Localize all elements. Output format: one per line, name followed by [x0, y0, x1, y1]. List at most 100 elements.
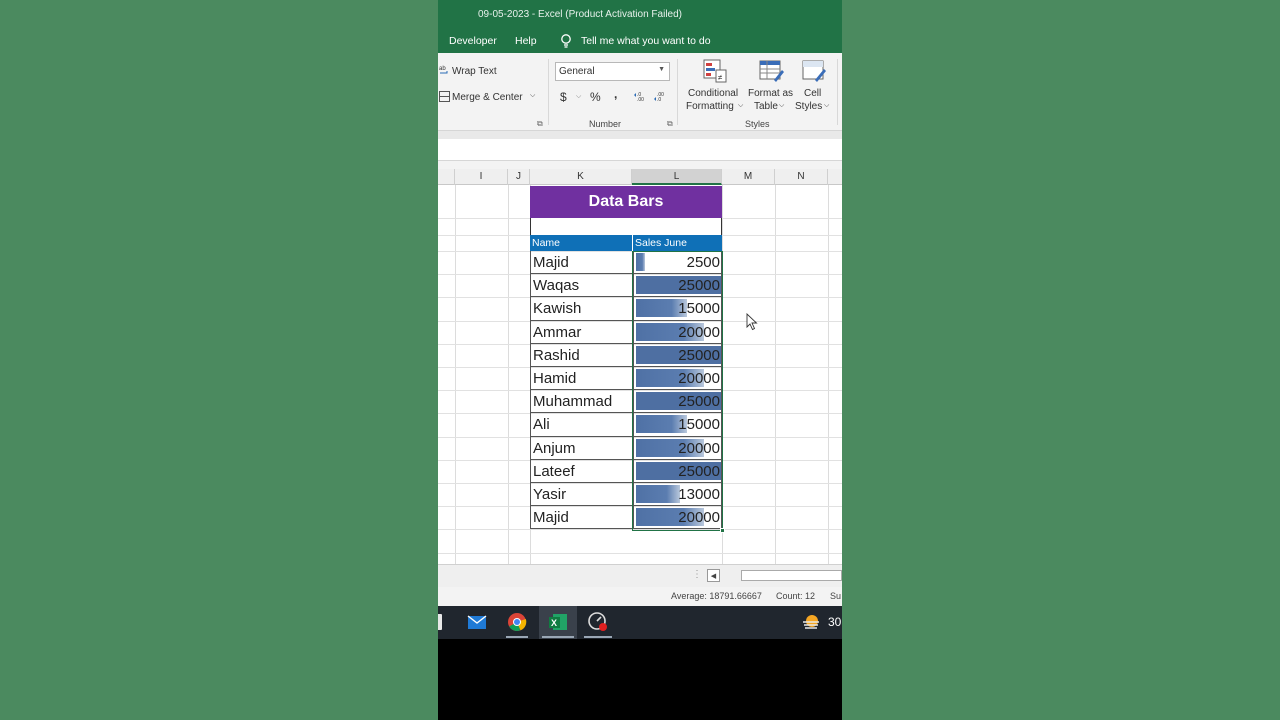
name-cell[interactable]: Majid: [533, 254, 569, 271]
name-cell[interactable]: Rashid: [533, 347, 580, 364]
chrome-icon[interactable]: [506, 611, 528, 633]
banner-title[interactable]: Data Bars: [530, 186, 722, 218]
currency-button[interactable]: $: [560, 90, 567, 104]
name-cell[interactable]: Hamid: [533, 370, 576, 387]
conditional-formatting-icon[interactable]: ≠: [702, 58, 728, 84]
tab-splitter-icon[interactable]: ⋮: [692, 569, 702, 580]
name-cell[interactable]: Yasir: [533, 486, 566, 503]
sales-cell[interactable]: 15000: [633, 297, 722, 320]
horizontal-scrollbar[interactable]: [741, 570, 842, 581]
sales-value: 25000: [678, 393, 720, 411]
cell-styles-label-1[interactable]: Cell: [804, 88, 821, 99]
excel-icon[interactable]: X: [547, 611, 569, 633]
svg-text:.0: .0: [657, 97, 661, 102]
sales-value: 20000: [678, 439, 720, 457]
recorder-icon[interactable]: [587, 611, 609, 633]
name-cell[interactable]: Muhammad: [533, 393, 612, 410]
merge-center-button[interactable]: Merge & Center: [452, 92, 523, 103]
data-bar: [636, 484, 681, 503]
excel-running-indicator: [542, 636, 574, 638]
table-row: Yasir 13000: [530, 482, 722, 507]
sales-cell[interactable]: 20000: [633, 320, 722, 343]
sales-cell[interactable]: 20000: [633, 436, 722, 459]
cell-styles-icon[interactable]: [801, 58, 827, 84]
sales-cell[interactable]: 25000: [633, 459, 722, 482]
menu-help[interactable]: Help: [515, 35, 537, 47]
status-average[interactable]: Average: 18791.66667: [671, 591, 762, 601]
scroll-left-icon[interactable]: ◀: [707, 569, 720, 582]
increase-decimal-icon[interactable]: .0 .00: [634, 90, 648, 102]
chevron-down-icon[interactable]: ⌵: [824, 102, 829, 110]
sales-cell[interactable]: 25000: [633, 390, 722, 413]
conditional-formatting-label-2[interactable]: Formatting: [686, 101, 734, 112]
number-format-dropdown[interactable]: General ▼: [555, 62, 670, 81]
bottom-letterbox: [438, 639, 842, 720]
chevron-down-icon[interactable]: ⌵: [779, 102, 784, 110]
dialog-launcher-icon[interactable]: ⧉: [667, 119, 673, 129]
table-row: Hamid 20000: [530, 366, 722, 391]
sales-cell[interactable]: 20000: [633, 506, 722, 529]
column-header-l[interactable]: L: [632, 169, 722, 185]
format-as-table-icon[interactable]: [758, 58, 784, 84]
menu-bar: Developer Help Tell me what you want to …: [438, 30, 842, 53]
table-row: Anjum 20000: [530, 436, 722, 460]
name-cell[interactable]: Waqas: [533, 277, 579, 294]
column-header-partial[interactable]: [828, 169, 842, 185]
column-header-j[interactable]: J: [508, 169, 530, 185]
sales-cell[interactable]: 25000: [633, 274, 722, 297]
table-row: Muhammad 25000: [530, 390, 722, 414]
sales-cell[interactable]: 15000: [633, 413, 722, 436]
sales-cell[interactable]: 2500: [633, 251, 722, 274]
column-header-i[interactable]: I: [455, 169, 508, 185]
name-cell[interactable]: Lateef: [533, 463, 575, 480]
column-header-k[interactable]: K: [530, 169, 632, 185]
conditional-formatting-label-1[interactable]: Conditional: [688, 88, 738, 99]
column-sales-header[interactable]: Sales June: [635, 237, 687, 249]
weather-icon[interactable]: [800, 611, 822, 633]
fill-handle[interactable]: [720, 528, 725, 533]
ribbon: ab Wrap Text Merge & Center ⌵ ⧉ General …: [438, 53, 842, 131]
data-rows: Majid 2500 Waqas 25000 Kawish 15000 Ammar 20000…: [530, 251, 722, 530]
chevron-down-icon[interactable]: ⌵: [576, 93, 581, 101]
lightbulb-icon: [561, 34, 571, 48]
format-as-table-label-2[interactable]: Table: [754, 101, 778, 112]
sales-cell[interactable]: 25000: [633, 343, 722, 366]
weather-temperature[interactable]: 30: [828, 615, 841, 629]
svg-text:X: X: [551, 618, 557, 628]
sales-cell[interactable]: 20000: [633, 366, 722, 390]
column-name-header[interactable]: Name: [532, 237, 560, 249]
decrease-decimal-icon[interactable]: .00 .0: [654, 90, 668, 102]
name-cell[interactable]: Ali: [533, 416, 550, 433]
status-sum[interactable]: Su: [830, 591, 841, 601]
column-header-partial[interactable]: [438, 169, 455, 185]
name-cell[interactable]: Kawish: [533, 300, 581, 317]
cell-styles-label-2[interactable]: Styles: [795, 101, 822, 112]
mail-icon[interactable]: [466, 611, 488, 633]
chevron-down-icon[interactable]: ⌵: [530, 92, 535, 100]
status-count[interactable]: Count: 12: [776, 591, 815, 601]
file-explorer-icon[interactable]: [438, 611, 444, 633]
comma-button[interactable]: ,: [614, 87, 617, 101]
column-header-n[interactable]: N: [775, 169, 828, 185]
chevron-down-icon[interactable]: ⌵: [738, 102, 743, 110]
grid-line: [438, 552, 842, 554]
tell-me-search[interactable]: Tell me what you want to do: [581, 35, 711, 47]
menu-developer[interactable]: Developer: [449, 35, 497, 47]
name-cell[interactable]: Majid: [533, 509, 569, 526]
wrap-text-button[interactable]: Wrap Text: [452, 66, 497, 77]
number-format-value: General: [559, 66, 595, 77]
table-row: Ammar 20000: [530, 320, 722, 344]
sales-cell[interactable]: 13000: [633, 482, 722, 506]
column-header-m[interactable]: M: [722, 169, 775, 185]
table-row: Waqas 25000: [530, 274, 722, 298]
percent-button[interactable]: %: [590, 90, 601, 104]
status-bar: Average: 18791.66667 Count: 12 Su: [438, 587, 842, 606]
format-as-table-label-1[interactable]: Format as: [748, 88, 793, 99]
formula-bar[interactable]: [438, 139, 842, 161]
blank-row[interactable]: [530, 218, 722, 235]
dialog-launcher-icon[interactable]: ⧉: [537, 119, 543, 129]
table-row: Rashid 25000: [530, 343, 722, 367]
worksheet-grid[interactable]: I J K L M N Data Bars Name Sales June Ma…: [438, 169, 842, 564]
name-cell[interactable]: Anjum: [533, 440, 576, 457]
name-cell[interactable]: Ammar: [533, 324, 581, 341]
